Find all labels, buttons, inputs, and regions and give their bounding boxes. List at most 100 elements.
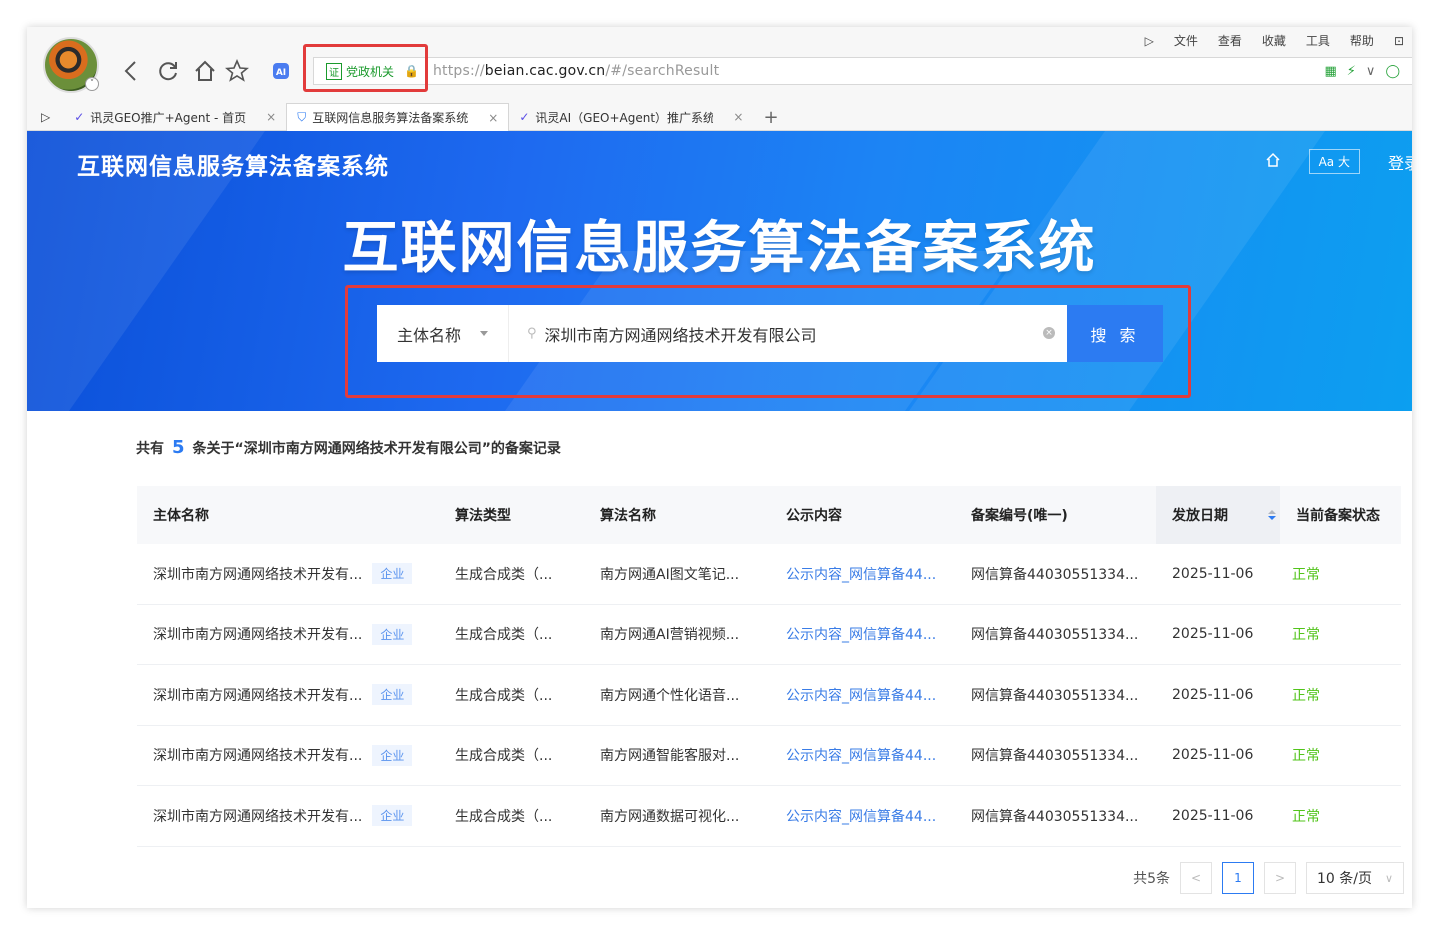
search-engine-icon[interactable]: ◯ [1385, 64, 1400, 79]
content-link[interactable]: 公示内容_网信算备44... [770, 564, 955, 584]
name-cell: 南方网通数据可视化... [600, 808, 740, 825]
hero-title: 互联网信息服务算法备案系统 [342, 216, 1097, 281]
subject-cell: 深圳市南方网通网络技术开发有... [153, 748, 363, 765]
refresh-icon[interactable] [154, 57, 182, 85]
annotation-highlight-box [303, 44, 428, 92]
menu-view[interactable]: 查看 [1218, 32, 1242, 49]
column-header-status: 当前备案状态 [1296, 508, 1380, 524]
content-link[interactable]: 公示内容_网信算备44... [770, 685, 955, 705]
entity-type-badge: 企业 [372, 744, 413, 766]
menu-help[interactable]: 帮助 [1350, 32, 1374, 49]
subject-cell: 深圳市南方网通网络技术开发有... [153, 566, 363, 583]
address-bar-actions: ▦ ⚡ ∨ ◯ [1324, 58, 1412, 84]
table-row: 深圳市南方网通网络技术开发有... 企业 生成合成类（... 南方网通个性化语音.… [137, 665, 1401, 726]
browser-toolbar: ˅ AI ▷ 文件 查看 收藏 工具 帮助 ⊡ 证 党政机关 🔒 https:/… [27, 27, 1412, 131]
subject-cell: 深圳市南方网通网络技术开发有... [153, 627, 363, 644]
dropdown-chevron-icon[interactable]: ∨ [1366, 64, 1376, 79]
tab-algorithm-filing[interactable]: ⛉ 互联网信息服务算法备案系统 × [286, 103, 510, 131]
annotation-highlight-box [345, 285, 1191, 398]
record-cell: 网信算备44030551334... [971, 566, 1139, 583]
new-tab-button[interactable]: + [753, 103, 788, 131]
entity-type-badge: 企业 [372, 805, 413, 827]
date-cell: 2025-11-06 [1172, 686, 1254, 703]
chevron-down-icon[interactable]: ˅ [85, 77, 99, 91]
results-table: 主体名称 算法类型 算法名称 公示内容 备案编号(唯一) 发放日期 当前备案状态… [137, 486, 1401, 847]
table-row: 深圳市南方网通网络技术开发有... 企业 生成合成类（... 南方网通数据可视化.… [137, 786, 1401, 847]
column-header-content: 公示内容 [786, 508, 842, 524]
sort-icon[interactable] [1268, 510, 1276, 520]
name-cell: 南方网通AI图文笔记... [600, 566, 740, 583]
xunling-logo-icon: ✓ [74, 110, 85, 124]
column-header-type: 算法类型 [455, 508, 511, 524]
close-tab-icon[interactable]: × [733, 110, 743, 124]
date-cell: 2025-11-06 [1172, 626, 1254, 643]
pagination: 共5条 < 1 > 10 条/页 ∨ [1133, 862, 1404, 894]
subject-cell: 深圳市南方网通网络技术开发有... [153, 808, 363, 825]
tab-sidebar-toggle[interactable]: ▷ [27, 103, 64, 131]
shield-icon: ⛉ [297, 110, 307, 124]
tab-bar: ▷ ✓ 讯灵GEO推广+Agent - 首页 × ⛉ 互联网信息服务算法备案系统… [27, 103, 1412, 131]
back-icon[interactable] [117, 57, 145, 85]
hero-banner: 互联网信息服务算法备案系统 Aa 大 登录 互联网信息服务算法备案系统 主体名称… [27, 131, 1412, 411]
next-page-button[interactable]: > [1264, 862, 1296, 894]
tab-xunling-home[interactable]: ✓ 讯灵GEO推广+Agent - 首页 × [64, 103, 286, 131]
qr-code-icon[interactable]: ▦ [1324, 64, 1336, 79]
type-cell: 生成合成类（... [455, 687, 553, 704]
type-cell: 生成合成类（... [455, 627, 553, 644]
total-count: 共5条 [1133, 871, 1170, 887]
column-header-date[interactable]: 发放日期 [1156, 486, 1280, 544]
prev-page-button[interactable]: < [1180, 862, 1212, 894]
entity-type-badge: 企业 [372, 684, 413, 706]
result-summary: 共有 5 条关于“深圳市南方网通网络技术开发有限公司”的备案记录 [136, 437, 561, 458]
close-tab-icon[interactable]: × [488, 111, 498, 125]
content-link[interactable]: 公示内容_网信算备44... [770, 806, 955, 826]
content-link[interactable]: 公示内容_网信算备44... [770, 745, 955, 765]
xunling-logo-icon: ✓ [519, 110, 530, 124]
result-count: 5 [172, 437, 185, 458]
speed-mode-icon[interactable]: ⚡ [1347, 64, 1356, 79]
menu-favorites[interactable]: 收藏 [1262, 32, 1286, 49]
record-cell: 网信算备44030551334... [971, 627, 1139, 644]
browser-window: ˅ AI ▷ 文件 查看 收藏 工具 帮助 ⊡ 证 党政机关 🔒 https:/… [27, 27, 1412, 908]
site-brand[interactable]: 互联网信息服务算法备案系统 [77, 147, 389, 181]
table-row: 深圳市南方网通网络技术开发有... 企业 生成合成类（... 南方网通AI图文笔记… [137, 544, 1401, 605]
menu-bar: ▷ 文件 查看 收藏 工具 帮助 ⊡ [1145, 32, 1404, 49]
page-number-button[interactable]: 1 [1222, 862, 1254, 894]
login-link[interactable]: 登录 [1388, 150, 1412, 174]
ai-assistant-icon[interactable]: AI [267, 57, 295, 85]
font-size-toggle[interactable]: Aa 大 [1308, 149, 1360, 174]
table-row: 深圳市南方网通网络技术开发有... 企业 生成合成类（... 南方网通AI营销视频… [137, 605, 1401, 665]
menu-file[interactable]: 文件 [1174, 32, 1198, 49]
name-cell: 南方网通智能客服对... [600, 748, 740, 765]
address-bar[interactable]: 证 党政机关 🔒 https://beian.cac.gov.cn/#/sear… [313, 57, 1412, 85]
status-badge: 正常 [1292, 687, 1320, 704]
column-header-record: 备案编号(唯一) [971, 508, 1068, 524]
type-cell: 生成合成类（... [455, 808, 553, 825]
status-badge: 正常 [1292, 566, 1320, 583]
column-header-name: 算法名称 [600, 508, 656, 524]
record-cell: 网信算备44030551334... [971, 748, 1139, 765]
home-icon[interactable] [1265, 152, 1281, 172]
menu-tools[interactable]: 工具 [1306, 32, 1330, 49]
type-cell: 生成合成类（... [455, 566, 553, 583]
type-cell: 生成合成类（... [455, 748, 553, 765]
url-text[interactable]: https://beian.cac.gov.cn/#/searchResult [433, 63, 719, 79]
content-link[interactable]: 公示内容_网信算备44... [770, 624, 955, 644]
table-header: 主体名称 算法类型 算法名称 公示内容 备案编号(唯一) 发放日期 当前备案状态 [137, 486, 1401, 544]
close-tab-icon[interactable]: × [266, 110, 276, 124]
page-size-select[interactable]: 10 条/页 ∨ [1306, 862, 1404, 894]
date-cell: 2025-11-06 [1172, 747, 1254, 764]
tab-xunling-ai[interactable]: ✓ 讯灵AI（GEO+Agent）推广系统 × [509, 103, 753, 131]
sidebar-toggle-icon[interactable]: ▷ [1145, 34, 1154, 48]
table-row: 深圳市南方网通网络技术开发有... 企业 生成合成类（... 南方网通智能客服对.… [137, 726, 1401, 786]
status-badge: 正常 [1292, 627, 1320, 644]
record-cell: 网信算备44030551334... [971, 808, 1139, 825]
home-icon[interactable] [191, 57, 219, 85]
subject-cell: 深圳市南方网通网络技术开发有... [153, 687, 363, 704]
header-actions: Aa 大 登录 [1265, 149, 1412, 174]
date-cell: 2025-11-06 [1172, 807, 1254, 824]
window-icon[interactable]: ⊡ [1394, 34, 1404, 48]
name-cell: 南方网通AI营销视频... [600, 627, 740, 644]
date-cell: 2025-11-06 [1172, 565, 1254, 582]
favorite-star-icon[interactable] [223, 57, 251, 85]
